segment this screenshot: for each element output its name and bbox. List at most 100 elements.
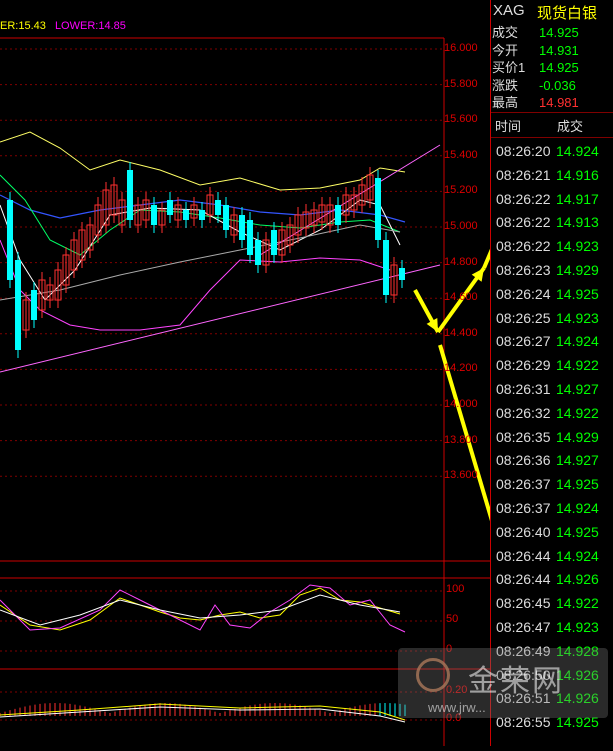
tick-price: 14.924	[556, 143, 599, 159]
candle-body	[375, 178, 381, 240]
tick-row[interactable]: 08:26:36 14.927	[491, 449, 613, 473]
candle-body	[199, 210, 205, 220]
tick-time: 08:26:32	[496, 404, 551, 421]
tick-row[interactable]: 08:26:44 14.926	[491, 568, 613, 592]
candle-body	[223, 205, 229, 230]
tick-time: 08:26:31	[496, 381, 551, 397]
kline-chart-area[interactable]: ER:15.43 LOWER:14.85 16.000 15.800 15.600 1…	[0, 0, 588, 746]
tick-price: 14.924	[556, 500, 599, 516]
annotation-arrow-6	[438, 344, 502, 549]
price-axis-label: 15.800	[444, 77, 478, 90]
ticks-header-time: 时间	[495, 119, 522, 134]
tick-row[interactable]: 08:26:21 14.916	[491, 164, 613, 188]
tick-row[interactable]: 08:26:22 14.923	[491, 235, 613, 259]
watermark-name: 金荣网	[468, 665, 564, 698]
candle-body	[151, 205, 157, 225]
tick-row[interactable]: 08:26:37 14.925	[491, 473, 613, 497]
candle-body	[31, 290, 37, 320]
tick-price: 14.925	[556, 476, 599, 493]
tick-row[interactable]: 08:26:23 14.929	[491, 259, 613, 283]
tick-price: 14.924	[556, 333, 599, 350]
tick-time: 08:26:22	[496, 214, 551, 231]
quote-row: 涨跌 -0.036	[491, 77, 613, 94]
tick-row[interactable]: 08:26:22 14.913	[491, 211, 613, 235]
tick-time: 08:26:37	[496, 500, 551, 516]
candle-body	[335, 205, 341, 225]
legend-lower: LOWER:14.85	[54, 20, 126, 32]
price-axis-label: 13.800	[444, 433, 478, 446]
tick-price: 14.927	[556, 452, 599, 469]
tick-row[interactable]: 08:26:45 14.922	[491, 592, 613, 616]
tick-time: 08:26:22	[496, 190, 551, 207]
tick-row[interactable]: 08:26:20 14.924	[491, 140, 613, 164]
tick-time: 08:26:25	[496, 309, 551, 326]
quote-panel: XAG 现货白银 成交 14.925 今开 14.931 买价1 14.925 涨跌 -0.0…	[490, 0, 613, 746]
candle-body	[183, 210, 189, 220]
tick-time: 08:26:45	[496, 595, 551, 612]
boll-upper-line	[0, 131, 406, 191]
candle-body	[383, 240, 389, 295]
quote-value: 14.981	[539, 95, 579, 111]
tick-price: 14.923	[556, 619, 599, 635]
candle-body	[255, 240, 261, 265]
tick-row[interactable]: 08:26:44 14.924	[491, 545, 613, 569]
tick-row[interactable]: 08:26:31 14.927	[491, 378, 613, 402]
tick-time: 08:26:35	[496, 428, 551, 445]
candle-body	[271, 230, 277, 255]
tick-row[interactable]: 08:26:27 14.924	[491, 330, 613, 354]
tick-price: 14.925	[556, 523, 599, 540]
osc-axis-label: 100	[446, 583, 465, 595]
tick-row[interactable]: 08:26:25 14.923	[491, 307, 613, 331]
tick-time: 08:26:27	[496, 333, 551, 350]
tick-price: 14.925	[556, 285, 599, 302]
quote-value: 14.925	[539, 25, 579, 40]
tick-time: 08:26:37	[496, 476, 551, 493]
price-axis-label: 15.200	[444, 184, 478, 197]
tick-time: 08:26:44	[496, 547, 551, 564]
quote-label: 涨跌	[492, 77, 519, 93]
tick-row[interactable]: 08:26:24 14.925	[491, 283, 613, 307]
tick-row[interactable]: 08:26:35 14.929	[491, 426, 613, 450]
kline-chart-svg[interactable]	[0, 0, 588, 746]
tick-row[interactable]: 08:26:22 14.917	[491, 188, 613, 212]
candle-body	[7, 200, 13, 280]
price-axis-label: 14.000	[444, 398, 478, 410]
quote-row: 成交 14.925	[491, 24, 613, 41]
tick-time: 08:26:22	[496, 238, 551, 255]
tick-row[interactable]: 08:26:29 14.922	[491, 354, 613, 378]
symbol-name: 现货白银	[537, 5, 598, 22]
tick-row[interactable]: 08:26:40 14.925	[491, 521, 613, 545]
ticks-header-price: 成交	[557, 119, 584, 134]
candle-body	[239, 215, 245, 240]
osc-line-magenta	[0, 584, 406, 633]
tick-time: 08:26:36	[496, 452, 551, 469]
tick-row[interactable]: 08:26:32 14.922	[491, 402, 613, 426]
tick-time: 08:26:44	[496, 571, 551, 588]
tick-time: 08:26:40	[496, 523, 551, 540]
tick-row[interactable]: 08:26:47 14.923	[491, 616, 613, 640]
tick-price: 14.926	[556, 571, 599, 588]
price-axis-label: 15.600	[444, 113, 478, 126]
price-axis-label: 15.400	[444, 148, 478, 161]
tick-price: 14.922	[556, 595, 599, 612]
quote-value: 14.925	[539, 60, 579, 76]
quote-label: 最高	[492, 95, 519, 111]
price-axis-label: 14.600	[444, 291, 478, 304]
tick-row[interactable]: 08:26:37 14.924	[491, 497, 613, 521]
quote-label: 买价1	[492, 60, 526, 76]
tick-price: 14.917	[556, 190, 599, 207]
quote-row: 今开 14.931	[491, 42, 613, 59]
quote-value: -0.036	[539, 77, 576, 93]
price-axis-label: 14.200	[444, 362, 478, 375]
quote-label: 成交	[492, 25, 519, 40]
candle-body	[15, 260, 21, 350]
tick-time: 08:26:47	[496, 619, 551, 635]
tick-price: 14.913	[556, 214, 599, 231]
price-axis-label: 16.000	[444, 42, 478, 54]
candle-body	[127, 170, 133, 220]
price-axis-label: 14.400	[444, 326, 478, 339]
symbol-code: XAG	[493, 2, 525, 19]
quote-value: 14.931	[539, 42, 579, 58]
watermark-url: www.jrw...	[428, 700, 486, 715]
tick-price: 14.927	[556, 381, 599, 397]
